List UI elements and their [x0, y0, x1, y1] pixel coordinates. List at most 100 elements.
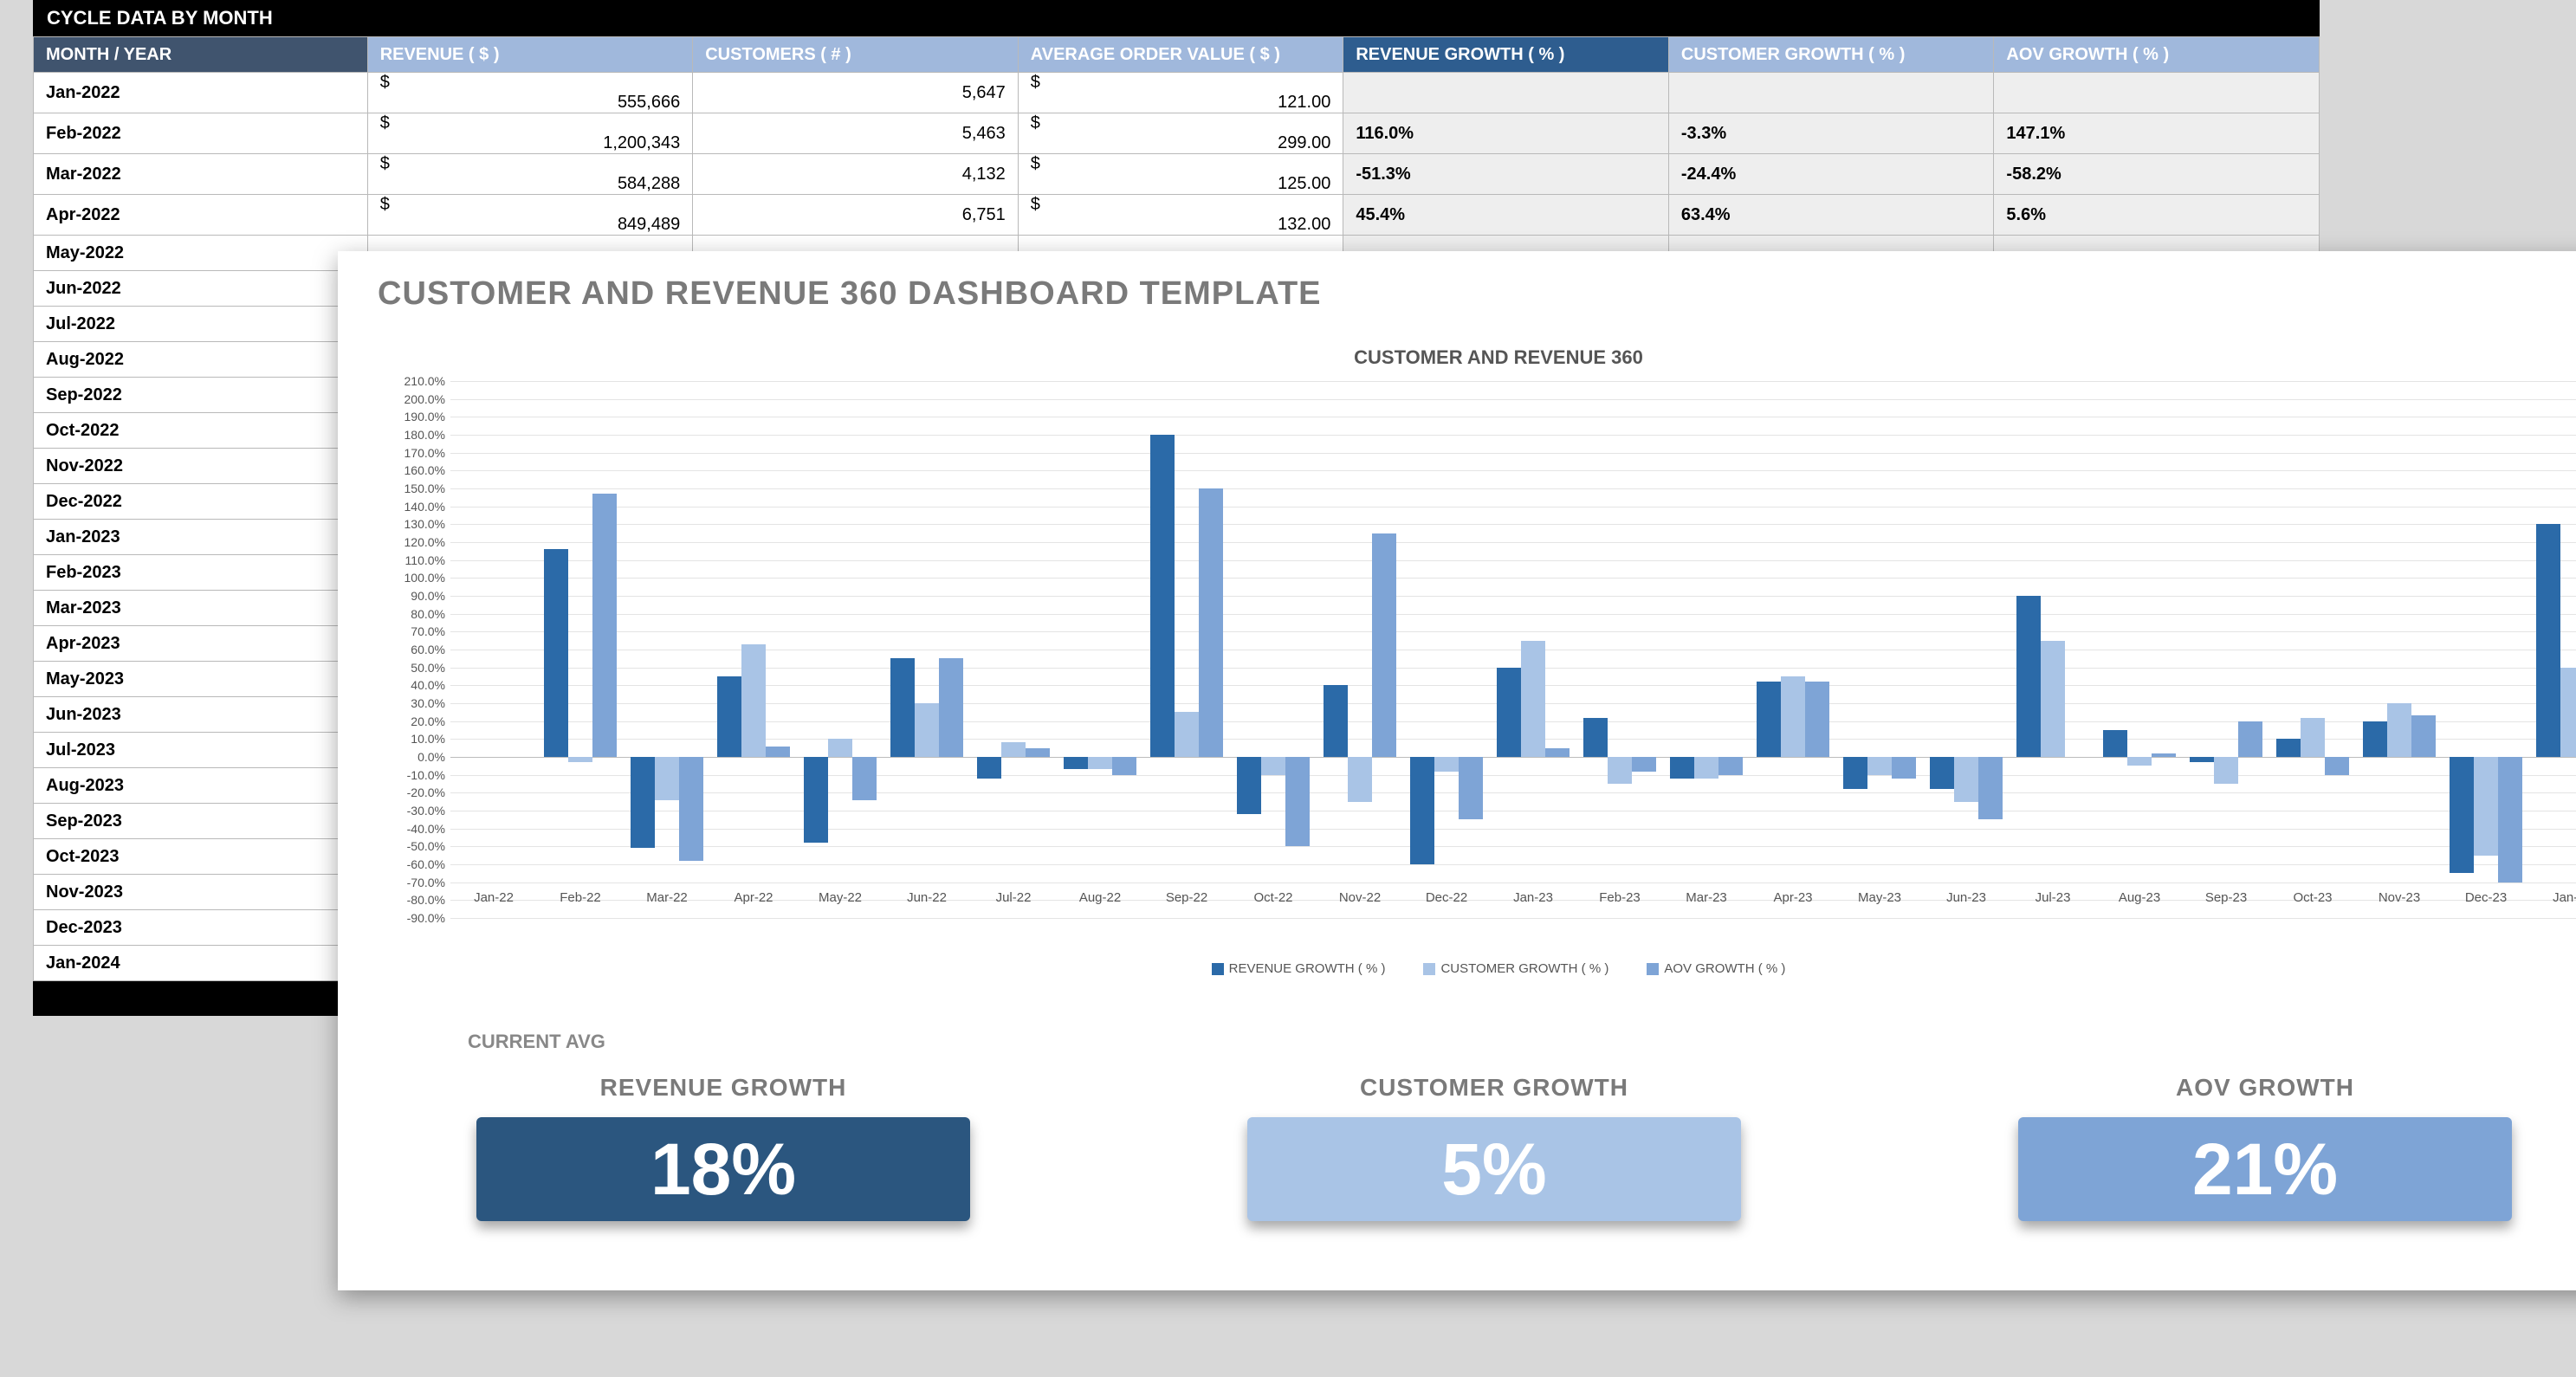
ytick-label: 120.0% [405, 535, 445, 549]
chart-bar [1348, 757, 1372, 802]
cell: May-2023 [34, 662, 368, 697]
bar-group [883, 381, 970, 918]
xtick-label: May-22 [819, 890, 862, 905]
xtick-label: May-23 [1858, 890, 1901, 905]
bar-group [1143, 381, 1230, 918]
cell: Feb-2023 [34, 555, 368, 591]
chart-bar [1583, 718, 1608, 757]
xtick-label: Sep-23 [2205, 890, 2247, 905]
bar-group [1836, 381, 1923, 918]
cell: Aug-2023 [34, 768, 368, 804]
cell: 4,132 [693, 154, 1019, 195]
ytick-label: -10.0% [407, 768, 445, 782]
dashboard-title: CUSTOMER AND REVENUE 360 DASHBOARD TEMPL… [338, 251, 2576, 313]
chart-legend: REVENUE GROWTH ( % )CUSTOMER GROWTH ( % … [381, 961, 2576, 976]
cell: Oct-2023 [34, 839, 368, 875]
bar-group [2443, 381, 2529, 918]
ytick-label: -90.0% [407, 911, 445, 925]
bar-group [1750, 381, 1836, 918]
bar-group [1057, 381, 1143, 918]
cell: Jan-2023 [34, 520, 368, 555]
ytick-label: -50.0% [407, 839, 445, 853]
chart-title: CUSTOMER AND REVENUE 360 [381, 346, 2576, 369]
ytick-label: 190.0% [405, 410, 445, 423]
chart-bar [1199, 488, 1223, 757]
chart-bar [828, 739, 852, 757]
chart-bar [1521, 641, 1545, 757]
chart-bar [2276, 739, 2301, 757]
chart-bar [1757, 682, 1781, 757]
chart-bar [2325, 757, 2349, 775]
ytick-label: 10.0% [411, 732, 445, 746]
chart-bar [1324, 685, 1348, 757]
chart-bar [2190, 757, 2214, 762]
dashboard-card: CUSTOMER AND REVENUE 360 DASHBOARD TEMPL… [338, 251, 2576, 1290]
bar-group [2183, 381, 2269, 918]
chart-bar [2411, 715, 2436, 757]
chart-bar [1088, 757, 1112, 769]
chart-bar [2152, 753, 2176, 757]
xtick-label: Jun-23 [1946, 890, 1986, 905]
chart-bar [1497, 668, 1521, 757]
ytick-label: 60.0% [411, 643, 445, 656]
table-row: Mar-2022$584,2884,132$125.00-51.3%-24.4%… [34, 154, 2320, 195]
cell: 5.6% [1994, 195, 2320, 236]
xtick-label: Apr-22 [734, 890, 773, 905]
ytick-label: 170.0% [405, 446, 445, 460]
legend-item: REVENUE GROWTH ( % ) [1212, 961, 1386, 976]
ytick-label: 200.0% [405, 392, 445, 406]
bar-group [797, 381, 883, 918]
chart-bar [1410, 757, 1434, 864]
chart-bar [1930, 757, 1954, 789]
xtick-label: Jan-24 [2553, 890, 2576, 905]
ytick-label: 0.0% [417, 750, 445, 764]
chart-bar [1632, 757, 1656, 772]
chart-bar [1064, 757, 1088, 769]
cell: -58.2% [1994, 154, 2320, 195]
chart-plot: -90.0%-80.0%-70.0%-60.0%-50.0%-40.0%-30.… [381, 381, 2576, 918]
chart-bar [1892, 757, 1916, 779]
grid-line [450, 918, 2576, 919]
chart-yaxis: -90.0%-80.0%-70.0%-60.0%-50.0%-40.0%-30.… [381, 381, 450, 918]
cell: $555,666 [367, 73, 693, 113]
cell: Jun-2023 [34, 697, 368, 733]
bar-group [710, 381, 797, 918]
xtick-label: Aug-23 [2119, 890, 2160, 905]
cell: Mar-2023 [34, 591, 368, 626]
chart-bar [741, 644, 766, 757]
cell [1668, 73, 1994, 113]
xtick-label: Feb-23 [1599, 890, 1641, 905]
ytick-label: -20.0% [407, 785, 445, 799]
cell: -24.4% [1668, 154, 1994, 195]
ytick-label: 100.0% [405, 571, 445, 585]
chart-bar [1718, 757, 1743, 775]
chart-bar [568, 757, 592, 762]
chart-bar [1694, 757, 1718, 779]
chart-bar [2301, 718, 2325, 757]
cell: Mar-2022 [34, 154, 368, 195]
chart-bar [2363, 721, 2387, 757]
chart-bar [717, 676, 741, 757]
kpi-label: AOV GROWTH [2018, 1074, 2512, 1102]
chart-bar [1112, 757, 1136, 775]
ytick-label: -70.0% [407, 876, 445, 889]
chart-area: CUSTOMER AND REVENUE 360 -90.0%-80.0%-70… [381, 346, 2576, 1005]
cell: 45.4% [1343, 195, 1669, 236]
chart-bar [1434, 757, 1459, 772]
kpi-value: 21% [2018, 1117, 2512, 1221]
xtick-label: Dec-23 [2465, 890, 2507, 905]
chart-bar [655, 757, 679, 800]
bar-group [1576, 381, 1663, 918]
cell [1994, 73, 2320, 113]
xtick-label: Jul-23 [2036, 890, 2071, 905]
chart-bar [939, 658, 963, 757]
col-header: AOV GROWTH ( % ) [1994, 37, 2320, 73]
ytick-label: 160.0% [405, 463, 445, 477]
cell: -3.3% [1668, 113, 1994, 154]
xtick-label: Dec-22 [1426, 890, 1467, 905]
chart-bar [2103, 730, 2127, 757]
chart-xaxis: Jan-22Feb-22Mar-22Apr-22May-22Jun-22Jul-… [450, 890, 2576, 916]
xtick-label: Sep-22 [1166, 890, 1207, 905]
kpi-card: CUSTOMER GROWTH5% [1247, 1074, 1741, 1221]
cell: Aug-2022 [34, 342, 368, 378]
